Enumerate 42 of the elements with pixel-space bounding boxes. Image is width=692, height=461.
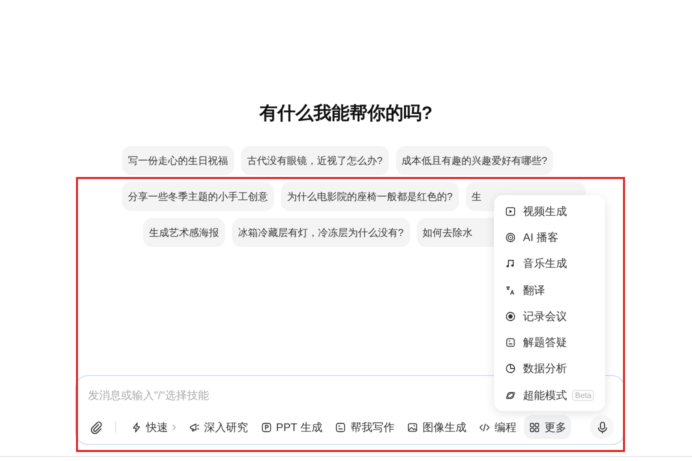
suggestion-chip[interactable]: 成本低且有趣的兴趣爱好有哪些? — [396, 146, 554, 175]
record-icon — [505, 310, 516, 322]
pie-chart-icon — [505, 363, 516, 374]
microphone-button[interactable] — [590, 415, 614, 439]
tool-button[interactable]: 帮我写作 — [330, 415, 400, 439]
tool-button[interactable]: 图像生成 — [402, 415, 472, 439]
page-heading: 有什么我能帮你的吗? — [258, 102, 434, 125]
tool-button[interactable]: 更多 — [524, 415, 572, 439]
translate-icon — [505, 284, 516, 296]
suggestion-chip[interactable]: 分享一些冬季主题的小手工创意 — [122, 182, 274, 211]
tool-button[interactable]: 编程 — [474, 415, 522, 439]
menu-item[interactable]: 记录会议 — [523, 308, 567, 324]
broadcast-icon — [505, 232, 516, 243]
menu-item[interactable]: 音乐生成 — [523, 256, 567, 272]
play-icon — [505, 206, 516, 217]
tool-button[interactable]: PPT 生成 — [256, 415, 328, 439]
image-icon — [407, 422, 418, 432]
menu-item[interactable]: 超能模式 — [523, 388, 567, 403]
planet-icon — [505, 390, 516, 401]
suggestion-chip[interactable]: 生成艺术感海报 — [143, 218, 225, 247]
code-icon — [479, 422, 490, 432]
solve-icon — [505, 337, 516, 348]
chevron-right-icon — [172, 424, 176, 430]
letter-p-icon — [261, 422, 272, 432]
document-icon — [335, 422, 346, 432]
paperclip-icon[interactable] — [90, 420, 103, 434]
tool-button[interactable]: 深入研究 — [184, 415, 253, 439]
lightning-icon — [131, 422, 142, 432]
suggestion-chip[interactable]: 写一份走心的生日祝福 — [122, 146, 234, 175]
microphone-icon — [596, 420, 608, 434]
menu-item[interactable]: 翻译 — [523, 282, 545, 298]
beta-tag: Beta — [572, 390, 594, 401]
menu-item[interactable]: 解题答疑 — [523, 335, 567, 350]
menu-item[interactable]: 视频生成 — [523, 204, 567, 219]
menu-item[interactable]: 数据分析 — [523, 361, 567, 376]
megaphone-icon — [189, 422, 200, 432]
suggestion-chip[interactable]: 冰箱冷藏层有灯，冷冻层为什么没有? — [232, 218, 410, 247]
grid-icon — [529, 422, 540, 432]
suggestion-chip[interactable]: 古代没有眼镜，近视了怎么办? — [241, 146, 389, 175]
tool-button[interactable]: 快速 — [126, 415, 181, 439]
suggestion-chip[interactable]: 为什么电影院的座椅一般都是红色的? — [281, 182, 459, 211]
music-note-icon — [505, 258, 516, 270]
